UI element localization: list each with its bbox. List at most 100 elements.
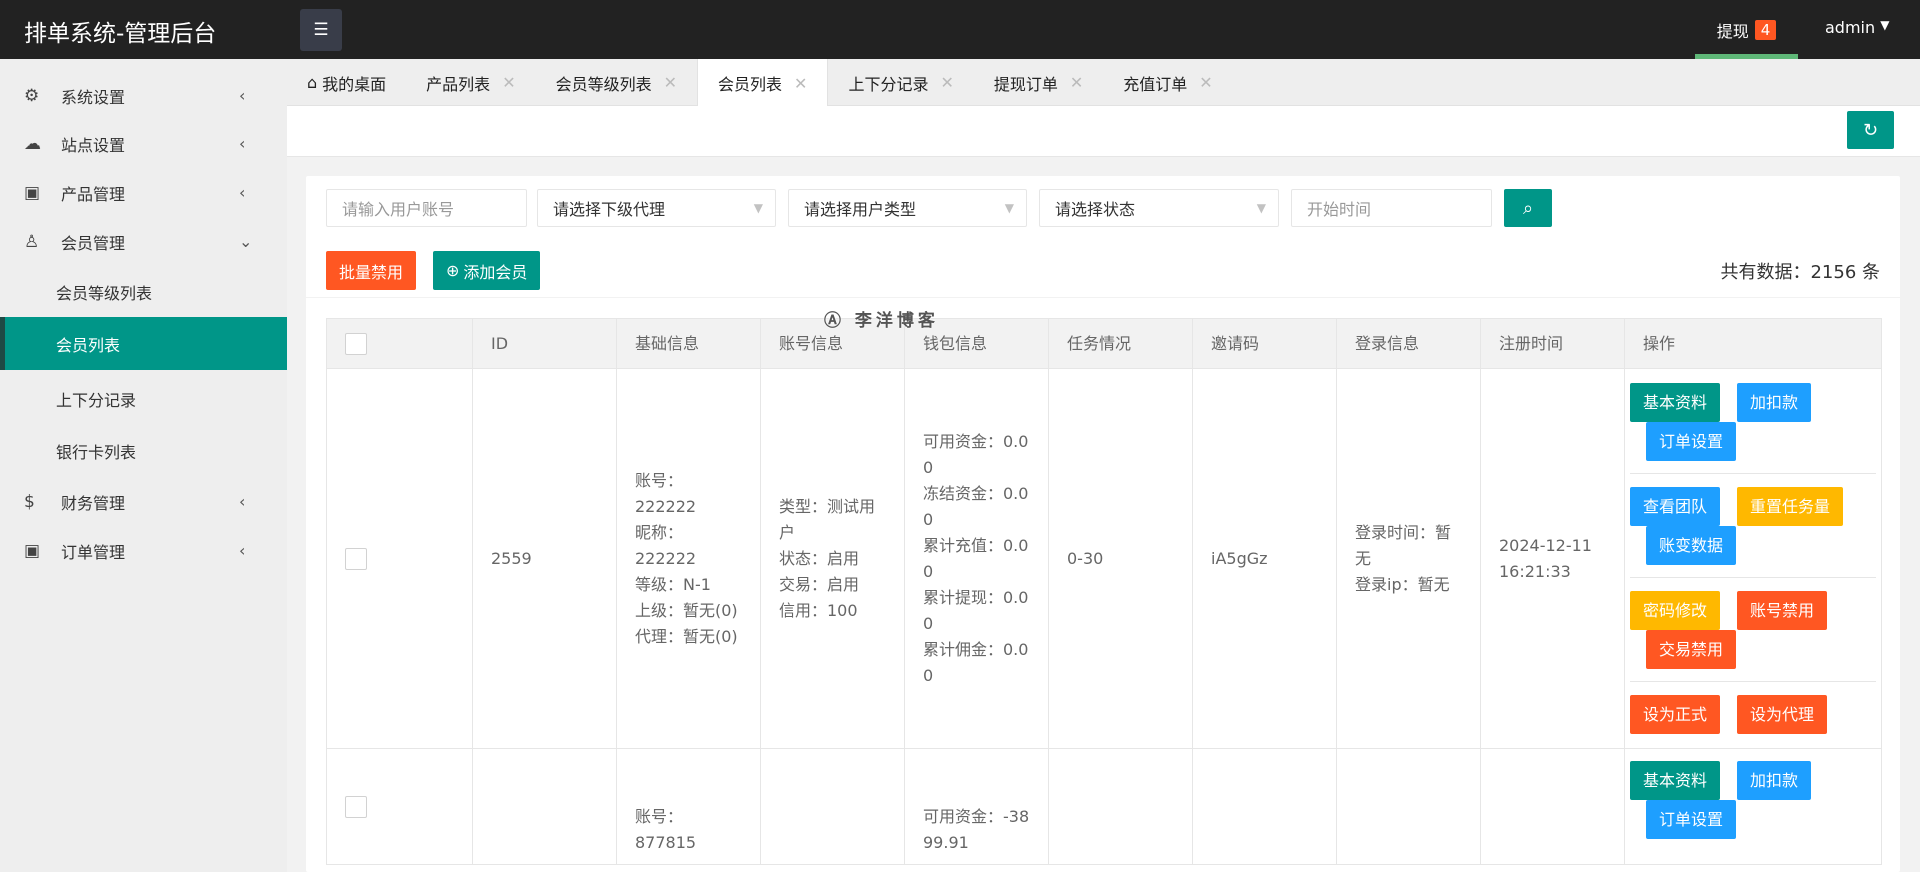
login-info: 登录时间：暂无 登录ip：暂无 bbox=[1336, 368, 1481, 749]
tab-label: 会员列表 bbox=[718, 75, 783, 94]
toolbar-strip: ↻ bbox=[287, 106, 1920, 157]
account-search-input[interactable]: 请输入用户账号 bbox=[326, 189, 527, 227]
basic-line: 昵称：222222 bbox=[635, 522, 697, 568]
tab-product-list[interactable]: 产品列表 ✕ bbox=[406, 59, 535, 106]
sidebar-item-site-settings[interactable]: ☁ 站点设置 ‹ bbox=[0, 119, 287, 168]
menu-toggle-button[interactable]: ☰ bbox=[300, 9, 342, 51]
top-bar: 排单系统-管理后台 ☰ 提现 4 admin ▼ bbox=[0, 0, 1920, 59]
tab-label: 会员等级列表 bbox=[555, 74, 652, 94]
col-ops: 操作 bbox=[1624, 318, 1882, 369]
ledger-button[interactable]: 账变数据 bbox=[1646, 526, 1737, 565]
sidebar-item-label: 订单管理 bbox=[61, 542, 126, 562]
add-member-button[interactable]: ⊕ 添加会员 bbox=[433, 251, 541, 290]
order-settings-button[interactable]: 订单设置 bbox=[1646, 800, 1737, 839]
row-checkbox[interactable] bbox=[345, 796, 367, 818]
tab-member-list[interactable]: 会员列表 ✕ bbox=[697, 59, 829, 107]
ban-trade-button[interactable]: 交易禁用 bbox=[1646, 630, 1737, 669]
wallet-line: 可用资金：-3899.91 bbox=[923, 807, 1030, 852]
sidebar-item-score-records[interactable]: 上下分记录 bbox=[0, 374, 287, 423]
set-formal-button[interactable]: 设为正式 bbox=[1630, 695, 1721, 734]
user-menu[interactable]: admin ▼ bbox=[1825, 18, 1889, 37]
basic-line: 账号：877815 bbox=[635, 807, 697, 852]
account-line: 交易：启用 bbox=[779, 574, 860, 594]
sidebar-item-member-list[interactable]: 会员列表 bbox=[0, 317, 287, 370]
adjust-balance-button[interactable]: 加扣款 bbox=[1737, 761, 1812, 800]
login-info bbox=[1336, 748, 1481, 865]
set-agent-button[interactable]: 设为代理 bbox=[1737, 695, 1828, 734]
account-line: 状态：启用 bbox=[779, 548, 860, 568]
batch-disable-button[interactable]: 批量禁用 bbox=[326, 251, 417, 290]
register-time: 2024-12-11 16:21:33 bbox=[1480, 368, 1625, 749]
close-icon[interactable]: ✕ bbox=[664, 73, 677, 92]
order-settings-button[interactable]: 订单设置 bbox=[1646, 422, 1737, 461]
user-type-select[interactable]: 请选择用户类型 ▼ bbox=[788, 189, 1027, 227]
close-icon[interactable]: ✕ bbox=[502, 73, 515, 92]
watermark-text: 李洋博客 bbox=[854, 311, 939, 331]
withdraw-link[interactable]: 提现 4 bbox=[1695, 0, 1798, 59]
sidebar-item-label: 会员管理 bbox=[61, 233, 126, 253]
sidebar-item-system-settings[interactable]: ⚙ 系统设置 ‹ bbox=[0, 71, 287, 120]
wallet-line: 可用资金：0.00 bbox=[923, 431, 1029, 477]
close-icon[interactable]: ✕ bbox=[1199, 73, 1212, 92]
ban-account-button[interactable]: 账号禁用 bbox=[1737, 591, 1828, 630]
tab-recharge-orders[interactable]: 充值订单 ✕ bbox=[1103, 59, 1232, 106]
invite-code bbox=[1192, 748, 1337, 865]
wallet-line: 冻结资金：0.00 bbox=[923, 483, 1029, 529]
close-icon[interactable]: ✕ bbox=[940, 73, 953, 92]
box-icon: ▣ bbox=[24, 540, 41, 561]
sidebar-item-bank-cards[interactable]: 银行卡列表 bbox=[0, 426, 287, 475]
member-list-card: 请输入用户账号 请选择下级代理 ▼ 请选择用户类型 ▼ 请选择状态 ▼ 开始时间 ⌕ … bbox=[306, 176, 1900, 872]
task-info: 0-30 bbox=[1048, 368, 1193, 749]
agent-select[interactable]: 请选择下级代理 ▼ bbox=[537, 189, 776, 227]
status-select[interactable]: 请选择状态 ▼ bbox=[1039, 189, 1279, 227]
tab-member-levels[interactable]: 会员等级列表 ✕ bbox=[536, 59, 697, 106]
table-header: ID 基础信息 账号信息 钱包信息 任务情况 邀请码 登录信息 注册时间 操作 bbox=[326, 318, 1882, 369]
home-icon: ⌂ bbox=[307, 73, 318, 92]
sidebar-item-member-management[interactable]: ♙ 会员管理 ⌄ bbox=[0, 217, 287, 266]
app-title: 排单系统-管理后台 bbox=[24, 21, 217, 47]
select-all-checkbox[interactable] bbox=[345, 333, 367, 355]
basic-info-button[interactable]: 基本资料 bbox=[1630, 761, 1721, 800]
start-time-input[interactable]: 开始时间 bbox=[1291, 189, 1492, 227]
sidebar-item-product-management[interactable]: ▣ 产品管理 ‹ bbox=[0, 168, 287, 217]
invite-code: iA5gGz bbox=[1192, 368, 1337, 749]
dropdown-arrow-icon: ▼ bbox=[1004, 201, 1014, 215]
adjust-balance-button[interactable]: 加扣款 bbox=[1737, 383, 1812, 422]
tab-score-records[interactable]: 上下分记录 ✕ bbox=[828, 59, 973, 106]
sidebar: ⚙ 系统设置 ‹ ☁ 站点设置 ‹ ▣ 产品管理 ‹ ♙ 会员管理 ⌄ 会员等级列表 会员列表 … bbox=[0, 59, 287, 872]
plus-circle-icon: ⊕ bbox=[446, 261, 460, 280]
account-info: 类型：测试用户 状态：启用 交易：启用 信用：100 bbox=[760, 368, 905, 749]
change-password-button[interactable]: 密码修改 bbox=[1630, 591, 1721, 630]
reset-task-button[interactable]: 重置任务量 bbox=[1737, 487, 1844, 526]
basic-line: 等级：N-1 bbox=[635, 574, 711, 594]
refresh-button[interactable]: ↻ bbox=[1847, 111, 1894, 149]
close-icon[interactable]: ✕ bbox=[1070, 73, 1083, 92]
sidebar-item-finance[interactable]: $ 财务管理 ‹ bbox=[0, 477, 287, 526]
chevron-down-icon: ⌄ bbox=[239, 232, 253, 251]
sidebar-item-orders[interactable]: ▣ 订单管理 ‹ bbox=[0, 526, 287, 575]
col-invite: 邀请码 bbox=[1192, 318, 1337, 369]
tab-withdraw-orders[interactable]: 提现订单 ✕ bbox=[974, 59, 1103, 106]
view-team-button[interactable]: 查看团队 bbox=[1630, 487, 1721, 526]
add-member-label: 添加会员 bbox=[463, 262, 528, 282]
search-button[interactable]: ⌕ bbox=[1504, 189, 1552, 227]
chevron-left-icon: ‹ bbox=[239, 492, 246, 511]
sidebar-item-label: 站点设置 bbox=[61, 135, 126, 155]
chevron-left-icon: ‹ bbox=[239, 134, 246, 153]
operations: 基本资料 加扣款 订单设置 bbox=[1624, 748, 1882, 865]
status-select-value: 请选择状态 bbox=[1055, 200, 1136, 219]
user-icon: ♙ bbox=[24, 231, 40, 252]
login-line: 登录时间：暂无 bbox=[1355, 522, 1452, 568]
sidebar-item-label: 会员列表 bbox=[56, 335, 121, 355]
sidebar-item-label: 银行卡列表 bbox=[56, 442, 137, 462]
agent-select-value: 请选择下级代理 bbox=[553, 200, 666, 219]
close-icon[interactable]: ✕ bbox=[794, 74, 807, 93]
row-checkbox[interactable] bbox=[345, 548, 367, 570]
basic-info-button[interactable]: 基本资料 bbox=[1630, 383, 1721, 422]
dropdown-arrow-icon: ▼ bbox=[1256, 201, 1266, 215]
chevron-left-icon: ‹ bbox=[239, 541, 246, 560]
sidebar-item-member-levels[interactable]: 会员等级列表 bbox=[0, 267, 287, 316]
wallet-info: 可用资金：0.00 冻结资金：0.00 累计充值：0.00 累计提现：0.00 累计佣金… bbox=[904, 368, 1049, 749]
wallet-line: 累计充值：0.00 bbox=[923, 535, 1029, 581]
tab-desktop[interactable]: ⌂ 我的桌面 bbox=[287, 59, 406, 106]
